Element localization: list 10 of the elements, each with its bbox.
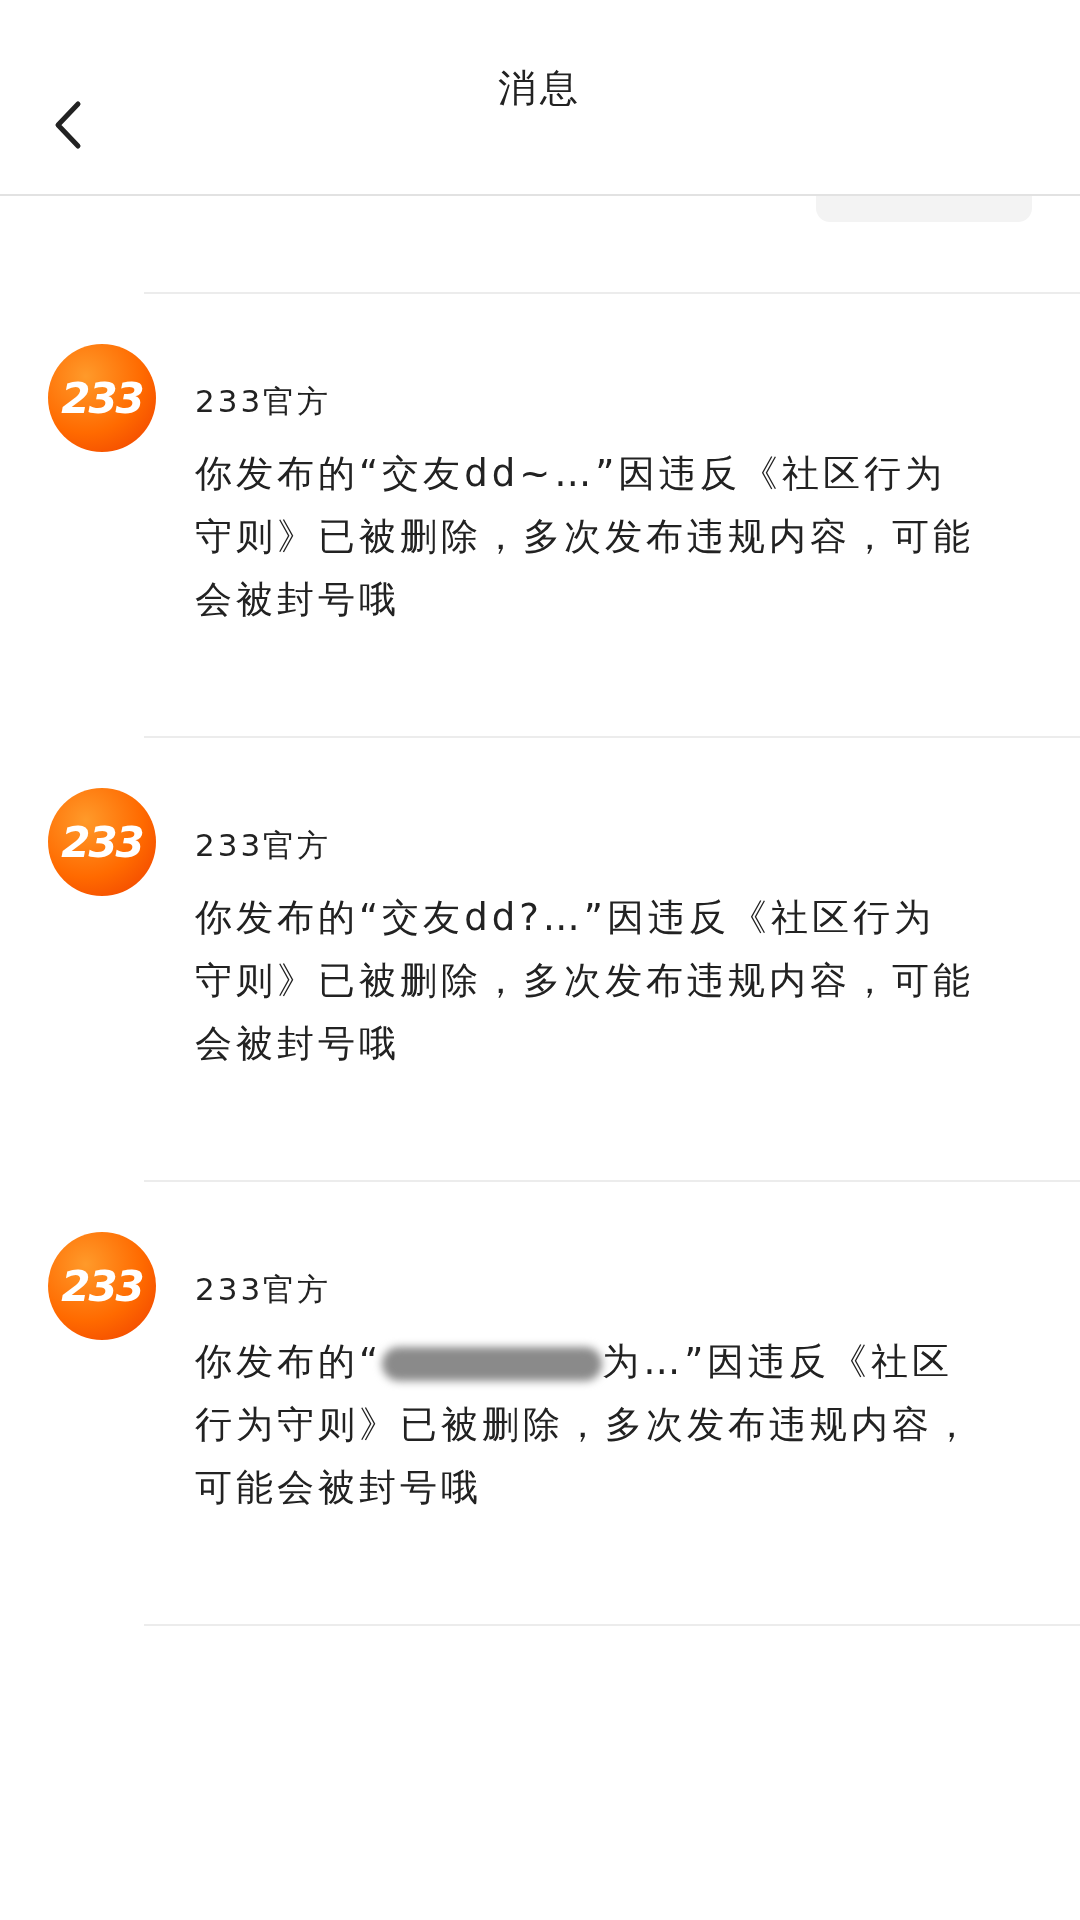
sender-name: 233官方 <box>195 1270 332 1309</box>
message-text: 你发布的“交友dd~…”因违反《社区行为守则》已被删除，多次发布违规内容，可能会被封号哦 <box>195 451 975 623</box>
page-title: 消息 <box>498 66 582 110</box>
sender-name: 233官方 <box>195 382 332 421</box>
avatar-logo[interactable]: 233 <box>48 344 156 452</box>
avatar-logo[interactable]: 233 <box>48 1232 156 1340</box>
sender-name: 233官方 <box>195 826 332 865</box>
message-text: 你发布的“交友dd?…”因违反《社区行为守则》已被删除，多次发布违规内容，可能会被封号哦 <box>195 895 975 1067</box>
message-text: 你发布的“ 为…”因违反《社区行为守则》已被删除，多次发布违规内容，可能会被封号哦 <box>195 1339 975 1511</box>
avatar-logo[interactable]: 233 <box>48 788 156 896</box>
